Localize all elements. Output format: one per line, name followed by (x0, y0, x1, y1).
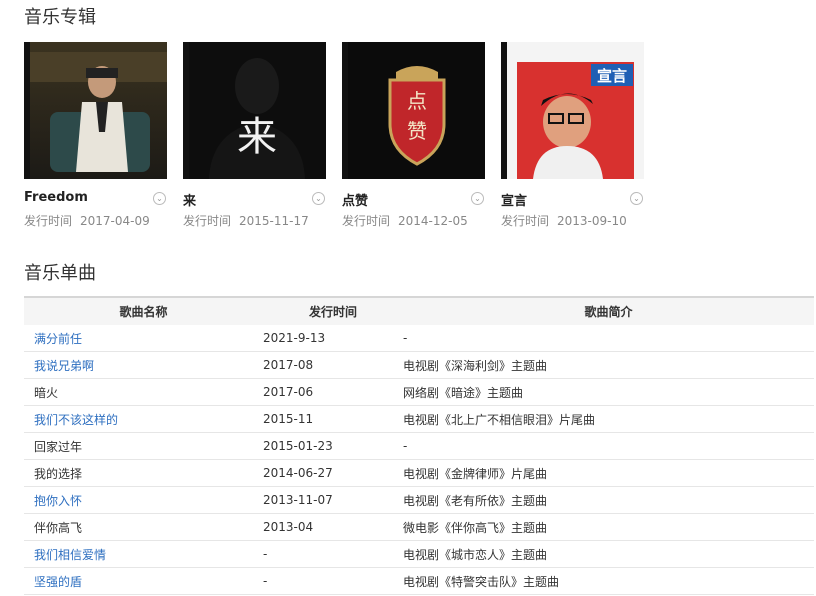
cover-art: 来 (189, 42, 326, 179)
song-release-date: 2013-11-07 (263, 486, 403, 514)
table-row: 满分前任 2021-9-13- (24, 325, 814, 352)
album-name[interactable]: Freedom (24, 190, 88, 205)
table-row: 坚强的盾 - 电视剧《特警突击队》主题曲 (24, 567, 814, 595)
song-link[interactable]: 我们不该这样的 (34, 413, 118, 427)
album-name[interactable]: 来 (183, 190, 196, 209)
album-card[interactable]: Freedom ⌄ 发行时间 2017-04-09 (24, 42, 167, 228)
song-description: - (403, 432, 814, 460)
singles-table: 歌曲名称 发行时间 歌曲简介 满分前任 2021-9-13- 我说兄弟啊 2017-0… (24, 296, 814, 595)
song-release-date: 2017-08 (263, 351, 403, 379)
song-link[interactable]: 抱你入怀 (34, 494, 82, 508)
table-header-row: 歌曲名称 发行时间 歌曲简介 (24, 297, 814, 325)
cover-art: 点 赞 (348, 42, 485, 179)
release-date-value: 2015-11-17 (239, 214, 309, 228)
song-name-cell: 抱你入怀 (24, 486, 263, 514)
song-description: - (403, 325, 814, 352)
song-name-cell: 我们不该这样的 (24, 405, 263, 433)
song-link[interactable]: 坚强的盾 (34, 575, 82, 589)
song-link[interactable]: 我说兄弟啊 (34, 359, 94, 373)
song-description: 电视剧《深海利剑》主题曲 (403, 351, 814, 379)
table-row: 伴你高飞 2013-04 微电影《伴你高飞》主题曲 (24, 513, 814, 541)
album-name[interactable]: 宣言 (501, 190, 527, 209)
album-release-date: 发行时间 2015-11-17 (183, 212, 309, 229)
table-row: 我们不该这样的 2015-11 电视剧《北上广不相信眼泪》片尾曲 (24, 405, 814, 433)
table-row: 我说兄弟啊 2017-08 电视剧《深海利剑》主题曲 (24, 351, 814, 379)
release-date-value: 2014-12-05 (398, 214, 468, 228)
release-date-label: 发行时间 (183, 214, 232, 228)
song-name: 回家过年 (34, 439, 83, 454)
release-date-label: 发行时间 (342, 214, 391, 228)
song-name: 伴你高飞 (34, 520, 83, 535)
album-release-date: 发行时间 2017-04-09 (24, 212, 150, 229)
song-description: 电视剧《城市恋人》主题曲 (403, 540, 814, 568)
album-release-date: 发行时间 2014-12-05 (342, 212, 468, 229)
album-cover[interactable] (24, 42, 167, 179)
song-description: 网络剧《暗途》主题曲 (403, 378, 814, 406)
song-release-date: 2014-06-27 (263, 459, 403, 487)
song-release-date: 2015-11 (263, 405, 403, 433)
song-description: 微电影《伴你高飞》主题曲 (403, 513, 814, 541)
release-date-label: 发行时间 (24, 214, 73, 228)
cover-title-bottom: 赞 (407, 119, 427, 143)
chevron-down-icon[interactable]: ⌄ (471, 192, 484, 205)
album-release-date: 发行时间 2013-09-10 (501, 212, 627, 229)
album-cover[interactable]: 宣言 (501, 42, 644, 179)
song-description: 电视剧《金牌律师》片尾曲 (403, 459, 814, 487)
column-header-song-name: 歌曲名称 (119, 305, 168, 319)
song-name: 暗火 (34, 385, 59, 400)
song-description: 电视剧《老有所依》主题曲 (403, 486, 814, 514)
release-date-value: 2013-09-10 (557, 214, 627, 228)
singles-section-title: 音乐单曲 (24, 263, 96, 284)
song-name: 我的选择 (34, 466, 83, 481)
table-row: 暗火 2017-06 网络剧《暗途》主题曲 (24, 378, 814, 406)
chevron-down-icon[interactable]: ⌄ (630, 192, 643, 205)
song-release-date: 2013-04 (263, 513, 403, 541)
song-name-cell: 我的选择 (24, 459, 263, 487)
chevron-down-icon[interactable]: ⌄ (153, 192, 166, 205)
cover-title-top: 点 (407, 89, 427, 113)
song-name-cell: 回家过年 (24, 432, 263, 460)
albums-section-title: 音乐专辑 (24, 7, 96, 28)
song-release-date: 2021-9-13 (263, 325, 403, 352)
cover-title-text: 宣言 (597, 67, 627, 85)
column-header-release-date: 发行时间 (308, 305, 357, 319)
chevron-down-icon[interactable]: ⌄ (312, 192, 325, 205)
table-row: 回家过年 2015-01-23- (24, 432, 814, 460)
song-description: 电视剧《北上广不相信眼泪》片尾曲 (403, 405, 814, 433)
album-card[interactable]: 来 来 ⌄ 发行时间 2015-11-17 (183, 42, 326, 228)
album-card[interactable]: 点 赞 点赞 ⌄ 发行时间 2014-12-05 (342, 42, 485, 228)
cover-art (30, 42, 167, 179)
album-card[interactable]: 宣言 宣言 ⌄ 发行时间 2013-09-10 (501, 42, 644, 228)
table-row: 抱你入怀 2013-11-07 电视剧《老有所依》主题曲 (24, 486, 814, 514)
song-release-date: 2015-01-23 (263, 432, 403, 460)
table-row: 我的选择 2014-06-27 电视剧《金牌律师》片尾曲 (24, 459, 814, 487)
song-name-cell: 暗火 (24, 378, 263, 406)
song-name-cell: 满分前任 (24, 325, 263, 352)
song-name-cell: 坚强的盾 (24, 567, 263, 595)
release-date-label: 发行时间 (501, 214, 550, 228)
song-description: 电视剧《特警突击队》主题曲 (403, 567, 814, 595)
album-cover[interactable]: 点 赞 (342, 42, 485, 179)
album-cover[interactable]: 来 (183, 42, 326, 179)
song-name-cell: 我们相信爱情 (24, 540, 263, 568)
song-name-cell: 伴你高飞 (24, 513, 263, 541)
song-name-cell: 我说兄弟啊 (24, 351, 263, 379)
cover-title-text: 来 (237, 114, 277, 160)
song-link[interactable]: 满分前任 (34, 332, 82, 346)
table-row: 我们相信爱情 - 电视剧《城市恋人》主题曲 (24, 540, 814, 568)
column-header-description: 歌曲简介 (584, 305, 633, 319)
release-date-value: 2017-04-09 (80, 214, 150, 228)
song-link[interactable]: 我们相信爱情 (34, 548, 106, 562)
song-release-date: - (263, 567, 403, 595)
song-release-date: - (263, 540, 403, 568)
cover-art: 宣言 (507, 42, 644, 179)
album-name[interactable]: 点赞 (342, 190, 368, 209)
song-release-date: 2017-06 (263, 378, 403, 406)
